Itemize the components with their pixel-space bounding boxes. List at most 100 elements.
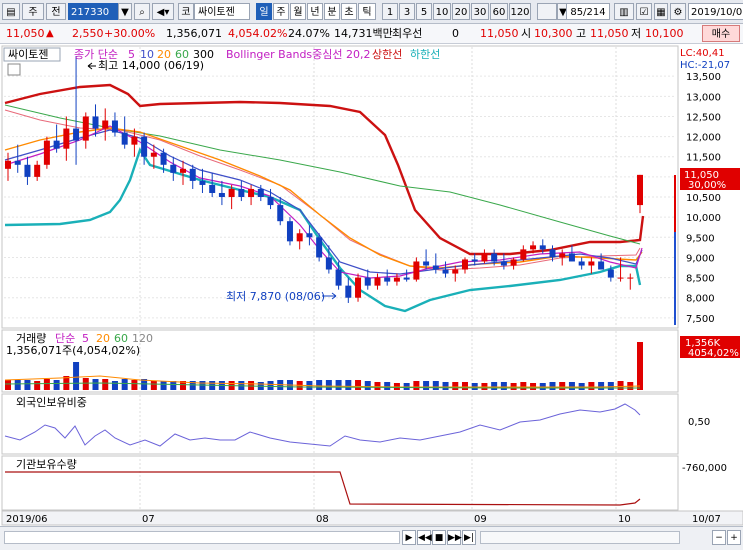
sound-icon[interactable]: ◀▾: [152, 3, 174, 20]
panel-menu-icon[interactable]: [7, 63, 21, 76]
volume-bar: [559, 382, 566, 390]
month-label: 09: [474, 514, 487, 525]
tab-week[interactable]: 주: [273, 3, 289, 20]
volume-bar: [491, 382, 498, 390]
volume-bar: [442, 382, 449, 390]
candle-body: [102, 120, 109, 129]
tab-second[interactable]: 초: [341, 3, 357, 20]
candle-body: [257, 188, 264, 198]
candle-body: [374, 277, 381, 286]
candle-body: [364, 277, 371, 286]
volume-bar: [267, 381, 274, 390]
tab-minute[interactable]: 분: [324, 3, 340, 20]
zoom-in-button[interactable]: +: [727, 530, 741, 545]
volume-bar: [461, 382, 468, 390]
candle-body: [539, 245, 546, 250]
zoom-track[interactable]: [480, 531, 680, 544]
volume-bar: [471, 383, 478, 390]
chart-settings-icon[interactable]: ▥: [614, 3, 634, 20]
volume-bar: [520, 382, 527, 390]
candle-body: [588, 261, 595, 266]
minute-option-1[interactable]: 1: [382, 3, 398, 20]
price-tick-label: 8,500: [686, 274, 715, 285]
tab-tick[interactable]: 틱: [358, 3, 376, 20]
save-icon[interactable]: ☑: [636, 3, 652, 20]
minute-option-20[interactable]: 20: [452, 3, 470, 20]
month-label: 10/07: [692, 514, 721, 525]
period-input[interactable]: [537, 3, 557, 20]
first-page-button[interactable]: ◀◀: [417, 530, 432, 545]
low-note: 최저 7,870 (08/06): [226, 290, 325, 303]
price-tick-label: 13,500: [686, 72, 721, 83]
code-dropdown-icon[interactable]: ▼: [118, 3, 132, 20]
minute-option-10[interactable]: 10: [433, 3, 451, 20]
exchange-button[interactable]: 코: [178, 3, 194, 20]
volume-bar: [423, 381, 430, 390]
stock-code-input[interactable]: 217330: [68, 3, 118, 20]
market-select[interactable]: 주: [22, 3, 44, 20]
volume-bar: [34, 381, 41, 390]
candle-body: [14, 160, 21, 165]
next-page-button[interactable]: ▶▶: [447, 530, 462, 545]
price-panel: [1, 45, 679, 329]
minute-option-120[interactable]: 120: [509, 3, 531, 20]
menu-icon[interactable]: ▤: [2, 3, 20, 20]
volume-bar: [481, 383, 488, 390]
candle-body: [121, 132, 128, 145]
grid-icon[interactable]: ▦: [654, 3, 668, 20]
candle-body: [442, 269, 449, 274]
page-counter: 85/214: [566, 3, 610, 20]
candle-body: [53, 140, 60, 149]
candle-body: [413, 261, 420, 280]
candle-body: [209, 184, 216, 193]
buy-button[interactable]: 매수: [702, 25, 740, 42]
candle-body: [63, 128, 70, 149]
tab-year[interactable]: 년: [307, 3, 323, 20]
type-select[interactable]: 전: [46, 3, 66, 20]
tab-month[interactable]: 월: [290, 3, 306, 20]
candle-body: [228, 188, 235, 198]
candle-body: [355, 277, 362, 298]
month-label: 07: [142, 514, 155, 525]
candle-body: [568, 253, 575, 262]
high-note: 최고 14,000 (06/19): [98, 59, 204, 72]
lc-value: LC:40,41: [680, 48, 725, 59]
candle-body: [141, 136, 148, 157]
trade-volume: 1,356,071: [166, 27, 222, 40]
minute-option-5[interactable]: 5: [416, 3, 432, 20]
scrollbar-track[interactable]: [4, 531, 400, 544]
volume-bar: [413, 381, 420, 390]
zoom-out-button[interactable]: −: [712, 530, 726, 545]
minute-option-3[interactable]: 3: [399, 3, 415, 20]
volume-bar: [345, 380, 352, 390]
trade-amount: 14,731백만: [334, 27, 393, 40]
volume-bar: [500, 382, 507, 390]
candle-body: [267, 197, 274, 206]
gear-icon[interactable]: ⚙: [670, 3, 686, 20]
candle-body: [549, 249, 556, 258]
candle-body: [530, 245, 537, 250]
candle-body: [5, 160, 11, 169]
price-tick-label: 8,000: [686, 294, 715, 305]
high-label: 고: [576, 27, 587, 40]
scroll-right-button[interactable]: ▶: [402, 530, 416, 545]
volume-bar: [568, 382, 575, 390]
stop-button[interactable]: ■: [432, 530, 446, 545]
candle-body: [607, 269, 614, 278]
high-price: 11,050: [590, 27, 629, 40]
volume-bar: [384, 382, 391, 390]
volume-bar: [73, 362, 80, 390]
search-icon[interactable]: ⌕: [134, 3, 150, 20]
minute-option-30[interactable]: 30: [471, 3, 489, 20]
foreign-tick: 0,50: [688, 417, 710, 428]
volume-bar: [617, 381, 624, 390]
volume-bar: [355, 380, 362, 390]
volume-bar: [111, 381, 118, 390]
candle-body: [598, 261, 605, 270]
last-page-button[interactable]: ▶|: [462, 530, 476, 545]
volume-bar: [549, 382, 556, 390]
minute-option-60[interactable]: 60: [490, 3, 508, 20]
candle-body: [34, 164, 41, 177]
date-input[interactable]: 2019/10/0: [688, 3, 743, 20]
tab-day[interactable]: 일: [256, 3, 272, 20]
